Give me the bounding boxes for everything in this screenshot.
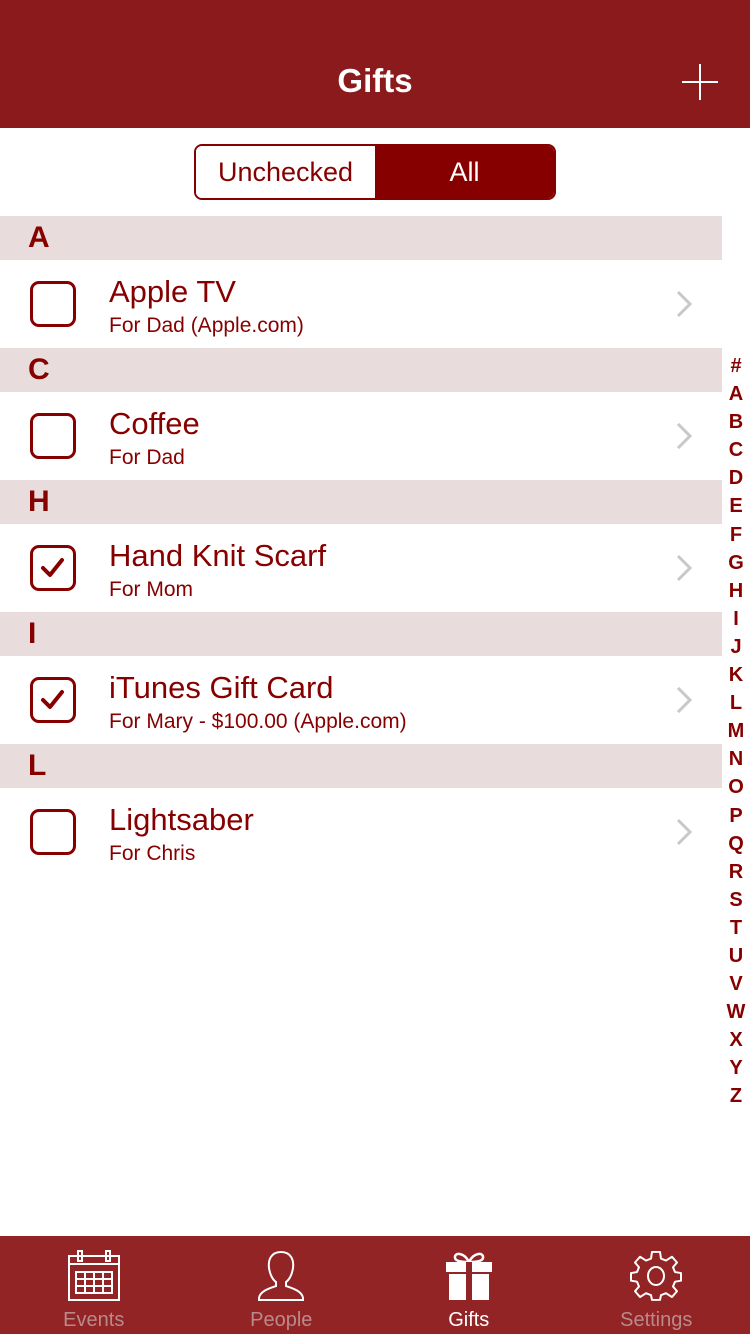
- gift-list: A Apple TV For Dad (Apple.com) C Coffee …: [0, 216, 722, 876]
- index-letter[interactable]: C: [722, 436, 750, 464]
- list-item[interactable]: Lightsaber For Chris: [0, 788, 722, 876]
- list-item[interactable]: Coffee For Dad: [0, 392, 722, 480]
- tab-label: Events: [63, 1309, 125, 1331]
- chevron-right-icon: [676, 554, 693, 582]
- section-letter: H: [28, 485, 50, 518]
- person-icon: [258, 1250, 305, 1301]
- index-letter[interactable]: G: [722, 549, 750, 577]
- tab-people[interactable]: People: [188, 1236, 376, 1334]
- index-letter[interactable]: U: [722, 942, 750, 970]
- index-letter[interactable]: R: [722, 858, 750, 886]
- gift-title: Apple TV: [109, 274, 236, 309]
- gift-subtitle: For Mom: [109, 578, 193, 601]
- tab-label: Gifts: [448, 1309, 490, 1331]
- index-letter[interactable]: Y: [722, 1054, 750, 1082]
- checkbox-checked[interactable]: [30, 545, 76, 591]
- page-title: Gifts: [337, 62, 413, 99]
- section-header: A: [0, 216, 722, 260]
- add-gift-button[interactable]: [682, 64, 718, 100]
- index-letter[interactable]: Z: [722, 1082, 750, 1110]
- index-letter[interactable]: F: [722, 521, 750, 549]
- index-letter[interactable]: M: [722, 717, 750, 745]
- index-letter[interactable]: S: [722, 886, 750, 914]
- gift-title: Lightsaber: [109, 802, 254, 837]
- checkbox-checked[interactable]: [30, 677, 76, 723]
- index-letter[interactable]: #: [722, 352, 750, 380]
- gift-title: Hand Knit Scarf: [109, 538, 327, 573]
- tab-events[interactable]: Events: [0, 1236, 188, 1334]
- gift-subtitle: For Chris: [109, 842, 196, 865]
- index-letter[interactable]: J: [722, 633, 750, 661]
- index-letter[interactable]: O: [722, 773, 750, 801]
- gift-icon: [445, 1252, 492, 1300]
- index-letter[interactable]: A: [722, 380, 750, 408]
- tab-settings[interactable]: Settings: [563, 1236, 750, 1334]
- section-letter: L: [28, 749, 47, 782]
- tab-bar: Events People Gifts Settings: [0, 1236, 750, 1334]
- tab-gifts[interactable]: Gifts: [375, 1236, 563, 1334]
- index-letter[interactable]: T: [722, 914, 750, 942]
- chevron-right-icon: [676, 422, 693, 450]
- calendar-icon: [67, 1250, 120, 1301]
- navigation-bar: Gifts: [0, 0, 750, 128]
- segment-all[interactable]: All: [375, 146, 554, 198]
- checkbox[interactable]: [30, 413, 76, 459]
- checkbox[interactable]: [30, 281, 76, 327]
- gift-subtitle: For Dad (Apple.com): [109, 314, 304, 337]
- chevron-right-icon: [676, 818, 693, 846]
- index-letter[interactable]: V: [722, 970, 750, 998]
- index-letter[interactable]: E: [722, 492, 750, 520]
- index-letter[interactable]: H: [722, 577, 750, 605]
- checkmark-icon: [41, 558, 64, 577]
- gift-subtitle: For Dad: [109, 446, 185, 469]
- index-letter[interactable]: N: [722, 745, 750, 773]
- index-letter[interactable]: Q: [722, 830, 750, 858]
- index-letter[interactable]: D: [722, 464, 750, 492]
- tab-label: Settings: [620, 1309, 693, 1331]
- section-letter: I: [28, 617, 37, 650]
- index-letter[interactable]: I: [722, 605, 750, 633]
- filter-segmented-control: Unchecked All: [194, 144, 556, 200]
- chevron-right-icon: [676, 290, 693, 318]
- index-letter[interactable]: P: [722, 802, 750, 830]
- section-header: H: [0, 480, 722, 524]
- chevron-right-icon: [676, 686, 693, 714]
- index-letter[interactable]: L: [722, 689, 750, 717]
- gift-title: iTunes Gift Card: [109, 670, 334, 705]
- index-letter[interactable]: K: [722, 661, 750, 689]
- list-item[interactable]: Hand Knit Scarf For Mom: [0, 524, 722, 612]
- index-letter[interactable]: X: [722, 1026, 750, 1054]
- section-letter: C: [28, 353, 50, 386]
- gear-icon: [630, 1250, 683, 1301]
- section-header: C: [0, 348, 722, 392]
- section-letter: A: [28, 221, 50, 254]
- gift-title: Coffee: [109, 406, 200, 441]
- section-header: I: [0, 612, 722, 656]
- index-letter[interactable]: B: [722, 408, 750, 436]
- segment-unchecked[interactable]: Unchecked: [196, 146, 375, 198]
- section-header: L: [0, 744, 722, 788]
- list-item[interactable]: iTunes Gift Card For Mary - $100.00 (App…: [0, 656, 722, 744]
- section-index[interactable]: # A B C D E F G H I J K L M N O P Q R S T U V W X Y Z: [722, 352, 750, 1111]
- list-item[interactable]: Apple TV For Dad (Apple.com): [0, 260, 722, 348]
- checkmark-icon: [41, 690, 64, 709]
- checkbox[interactable]: [30, 809, 76, 855]
- tab-label: People: [250, 1309, 313, 1331]
- index-letter[interactable]: W: [722, 998, 750, 1026]
- gift-subtitle: For Mary - $100.00 (Apple.com): [109, 710, 407, 733]
